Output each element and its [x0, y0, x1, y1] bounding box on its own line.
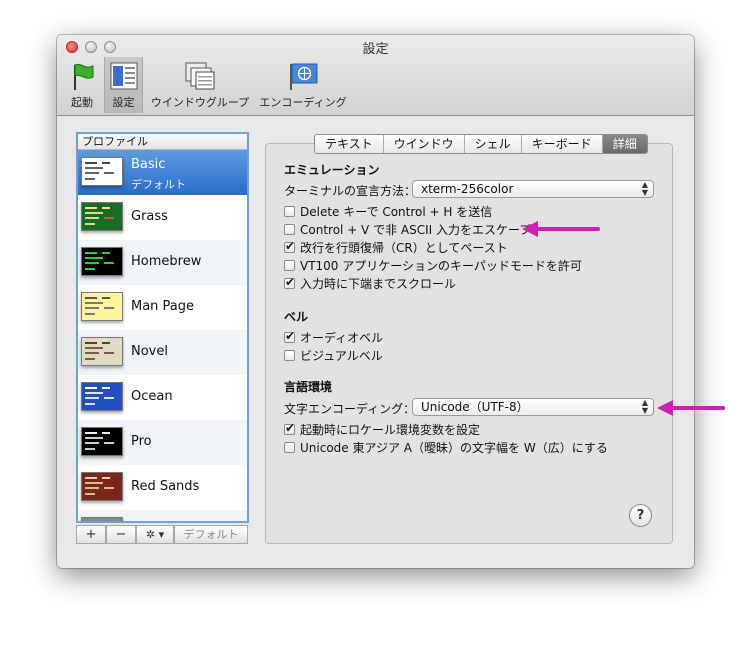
add-profile-button[interactable]: + — [76, 525, 106, 544]
gear-menu-button[interactable]: ✲ ▾ — [136, 525, 174, 544]
declare-label: ターミナルの宣言方法： — [284, 184, 417, 198]
settings-window: 設定 起動 設定 ウインドウグループ エンコーディング プロファイル Basic… — [57, 35, 694, 568]
settings-tabs: テキスト ウインドウ シェル キーボード 詳細 — [314, 134, 648, 154]
encoding-label: 文字エンコーディング： — [284, 402, 416, 416]
profile-item-pro[interactable]: Pro — [78, 420, 247, 465]
profile-name: Pro — [131, 434, 152, 449]
checkbox[interactable] — [284, 205, 295, 217]
profile-thumbnail — [81, 472, 123, 501]
settings-window-icon — [110, 62, 137, 90]
tab-keyboard[interactable]: キーボード — [522, 135, 603, 153]
checkbox[interactable] — [284, 223, 295, 235]
toolbar-settings[interactable]: 設定 — [104, 57, 143, 113]
profile-name: Novel — [131, 344, 168, 359]
profile-thumbnail — [81, 517, 123, 521]
checkbox-label: 入力時に下端までスクロール — [300, 276, 457, 291]
option-audio-bell[interactable]: オーディオベル — [284, 329, 383, 345]
profile-thumbnail — [81, 292, 123, 321]
checkbox[interactable] — [284, 259, 295, 271]
profile-item-basic[interactable]: Basic デフォルト — [78, 150, 247, 195]
popup-arrows-icon: ▲ ▼ — [641, 398, 648, 415]
language-heading: 言語環境 — [284, 380, 333, 394]
toolbar-encodings[interactable]: エンコーディング — [257, 57, 349, 113]
checkbox-label: ビジュアルベル — [300, 348, 383, 363]
flag-icon — [74, 63, 94, 90]
profile-name: Ocean — [131, 389, 173, 404]
profile-item-grass[interactable]: Grass — [78, 195, 247, 240]
toolbar-window-groups[interactable]: ウインドウグループ — [148, 57, 252, 113]
profile-item-red-sands[interactable]: Red Sands — [78, 465, 247, 510]
profile-item-man-page[interactable]: Man Page — [78, 285, 247, 330]
option-visual-bell[interactable]: ビジュアルベル — [284, 347, 383, 363]
checkbox[interactable] — [284, 349, 295, 361]
set-default-button[interactable]: デフォルト — [174, 525, 248, 544]
profile-thumbnail — [81, 337, 123, 366]
checkbox[interactable] — [284, 329, 295, 343]
profile-thumbnail — [81, 247, 123, 276]
profile-name: Grass — [131, 209, 168, 224]
option-paste-newlines-as-cr[interactable]: 改行を行頭復帰（CR）としてペースト — [284, 239, 508, 255]
emulation-heading: エミュレーション — [284, 163, 380, 177]
profile-name: Homebrew — [131, 254, 202, 269]
profile-item-novel[interactable]: Novel — [78, 330, 247, 375]
profile-list[interactable]: プロファイル Basic デフォルト Grass Homebrew Man Pa… — [76, 132, 249, 523]
toolbar-startup-label: 起動 — [71, 96, 93, 109]
window-group-icon — [185, 62, 215, 90]
toolbar-encodings-label: エンコーディング — [259, 96, 347, 109]
checkbox-label: オーディオベル — [300, 330, 384, 345]
option-scroll-on-input[interactable]: 入力時に下端までスクロール — [284, 275, 456, 291]
checkbox-label: VT100 アプリケーションのキーパッドモードを許可 — [300, 258, 582, 273]
option-escape-non-ascii[interactable]: Control + V で非 ASCII 入力をエスケープ — [284, 221, 531, 237]
globe-flag-icon — [290, 63, 318, 90]
checkbox-label: Unicode 東アジア A（曖昧）の文字幅を W（広）にする — [300, 440, 608, 455]
profile-thumbnail — [81, 382, 123, 411]
bell-heading: ベル — [284, 310, 309, 324]
profile-thumbnail — [81, 427, 123, 456]
profile-default-label: デフォルト — [131, 178, 186, 191]
checkbox[interactable] — [284, 421, 295, 435]
checkbox[interactable] — [284, 275, 295, 289]
help-button[interactable]: ? — [629, 504, 652, 527]
profile-thumbnail — [81, 202, 123, 231]
profile-name: Red Sands — [131, 479, 200, 494]
toolbar-settings-label: 設定 — [112, 96, 135, 109]
profile-item-ocean[interactable]: Ocean — [78, 375, 247, 420]
content-area: プロファイル Basic デフォルト Grass Homebrew Man Pa… — [57, 116, 694, 568]
tab-advanced[interactable]: 詳細 — [602, 135, 647, 153]
tab-window[interactable]: ウインドウ — [384, 135, 465, 153]
option-delete-sends-ctrl-h[interactable]: Delete キーで Control + H を送信 — [284, 203, 492, 219]
toolbar-window-groups-label: ウインドウグループ — [150, 96, 250, 109]
remove-profile-button[interactable]: − — [106, 525, 136, 544]
tab-shell[interactable]: シェル — [465, 135, 522, 153]
profile-item-homebrew[interactable]: Homebrew — [78, 240, 247, 285]
checkbox-label: Control + V で非 ASCII 入力をエスケープ — [300, 222, 532, 237]
terminal-type-popup[interactable]: xterm-256color ▲ ▼ — [412, 180, 654, 198]
profile-thumbnail — [81, 157, 123, 186]
toolbar-startup[interactable]: 起動 — [65, 57, 99, 113]
option-east-asian-ambiguous-wide[interactable]: Unicode 東アジア A（曖昧）の文字幅を W（広）にする — [284, 439, 608, 455]
checkbox-label: 改行を行頭復帰（CR）としてペースト — [300, 240, 508, 255]
tab-text[interactable]: テキスト — [315, 135, 384, 153]
popup-arrows-icon: ▲ ▼ — [641, 180, 648, 197]
checkbox[interactable] — [284, 441, 295, 453]
annotation-arrow-icon — [522, 221, 600, 237]
profile-item-partial[interactable] — [78, 510, 247, 521]
checkbox-label: Delete キーで Control + H を送信 — [300, 204, 493, 219]
terminal-type-value: xterm-256color — [421, 182, 514, 196]
window-title: 設定 — [362, 42, 389, 57]
encoding-popup[interactable]: Unicode（UTF-8） ▲ ▼ — [412, 398, 654, 416]
option-vt100-keypad[interactable]: VT100 アプリケーションのキーパッドモードを許可 — [284, 257, 582, 273]
title-bar: 設定 起動 設定 ウインドウグループ エンコーディング — [57, 35, 694, 116]
profile-name: Man Page — [131, 299, 195, 314]
checkbox[interactable] — [284, 239, 295, 253]
option-set-locale-env[interactable]: 起動時にロケール環境変数を設定 — [284, 421, 480, 437]
checkbox-label: 起動時にロケール環境変数を設定 — [300, 422, 481, 437]
settings-panel: エミュレーション ターミナルの宣言方法： xterm-256color ▲ ▼ D… — [265, 143, 673, 544]
profile-name: Basic — [131, 157, 166, 172]
annotation-arrow-icon — [657, 400, 725, 416]
profile-list-header: プロファイル — [78, 134, 247, 150]
encoding-value: Unicode（UTF-8） — [421, 400, 529, 414]
